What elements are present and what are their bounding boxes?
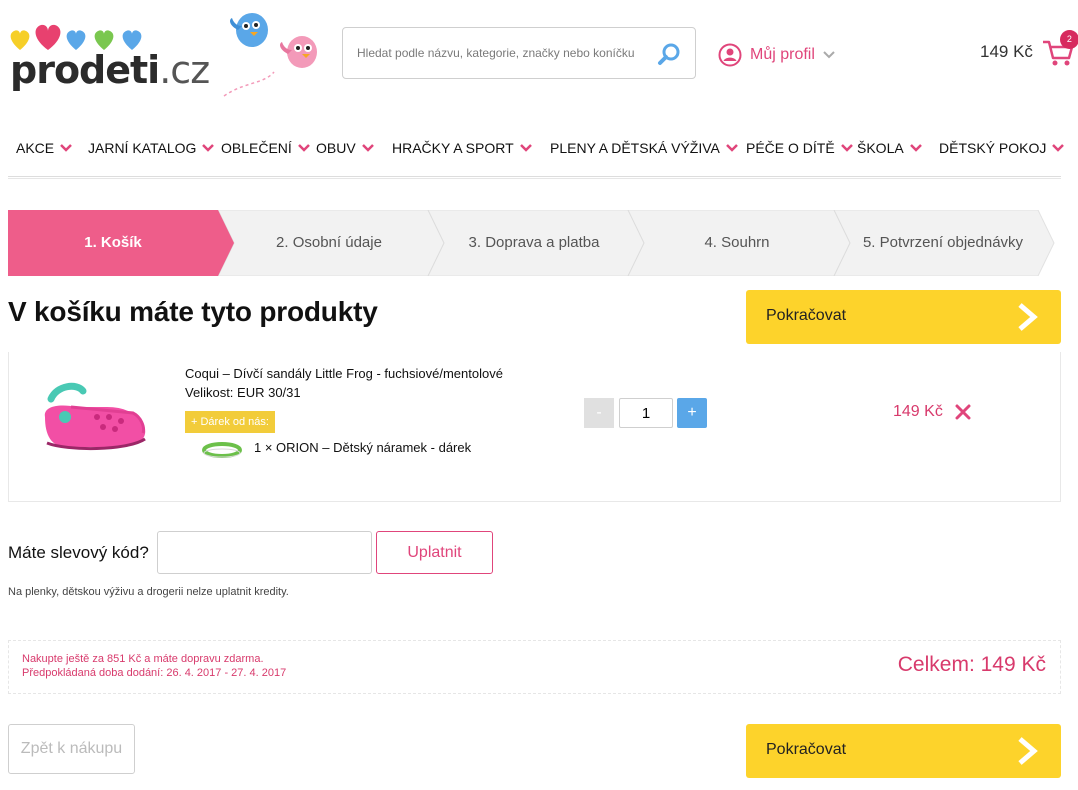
nav-label: OBLEČENÍ — [221, 140, 292, 156]
nav-item-akce[interactable]: AKCE — [16, 140, 73, 156]
free-shipping-note: Nakupte ještě za 851 Kč a máte dopravu z… — [22, 653, 264, 665]
product-name[interactable]: Coqui – Dívčí sandály Little Frog - fuch… — [185, 366, 503, 381]
gift-bracelet-image — [202, 442, 242, 458]
continue-button-bottom[interactable]: Pokračovat — [746, 724, 1061, 778]
nav-label: JARNÍ KATALOG — [88, 140, 197, 156]
nav-label: PLENY A DĚTSKÁ VÝŽIVA — [550, 140, 720, 156]
step-confirmation: 5. Potvrzení objednávky — [862, 234, 1024, 251]
nav-item-detsky-pokoj[interactable]: DĚTSKÝ POKOJ — [939, 140, 1065, 156]
chevron-down-icon — [361, 144, 374, 152]
step-summary: 4. Souhrn — [704, 234, 770, 251]
chevron-down-icon — [840, 144, 853, 152]
chevron-down-icon — [202, 144, 215, 152]
continue-label: Pokračovat — [766, 741, 847, 758]
nav-item-jarni-katalog[interactable]: JARNÍ KATALOG — [88, 140, 215, 156]
chevron-down-icon — [823, 51, 835, 59]
apply-discount-button[interactable]: Uplatnit — [376, 531, 493, 574]
cart-item: Coqui – Dívčí sandály Little Frog - fuch… — [8, 352, 1061, 502]
nav-label: DĚTSKÝ POKOJ — [939, 140, 1047, 156]
gift-name: 1 × ORION – Dětský náramek - dárek — [254, 440, 472, 455]
page-title: V košíku máte tyto produkty — [8, 296, 378, 327]
discount-note: Na plenky, dětskou výživu a drogerii nel… — [8, 586, 289, 598]
quantity-increase-button[interactable]: + — [677, 398, 707, 428]
continue-label: Pokračovat — [766, 307, 847, 324]
product-size: Velikost: EUR 30/31 — [185, 385, 301, 400]
discount-code-input[interactable] — [157, 531, 372, 574]
nav-label: HRAČKY A SPORT — [392, 140, 514, 156]
chevron-down-icon — [297, 144, 310, 152]
search-box — [342, 27, 696, 79]
chevron-down-icon — [726, 144, 738, 152]
nav-label: AKCE — [16, 140, 55, 156]
gift-badge: + Dárek od nás: — [185, 411, 275, 433]
nav-item-pleny[interactable]: PLENY A DĚTSKÁ VÝŽIVA — [550, 140, 738, 156]
cart-total: 149 Kč — [980, 42, 1033, 61]
chevron-down-icon — [519, 144, 532, 152]
nav-divider — [8, 176, 1061, 179]
back-to-shop-button[interactable]: Zpět k nákupu — [8, 724, 135, 774]
main-nav: AKCE JARNÍ KATALOG OBLEČENÍ OBUV HRAČKY … — [0, 136, 1078, 164]
chevron-down-icon — [909, 144, 922, 152]
product-image[interactable] — [37, 377, 157, 457]
quantity-decrease-button[interactable]: - — [584, 398, 614, 428]
nav-item-hracky-a-sport[interactable]: HRAČKY A SPORT — [392, 140, 532, 156]
remove-item-icon[interactable] — [955, 404, 971, 420]
nav-label: ŠKOLA — [857, 140, 904, 156]
site-logo[interactable]: prodeti.cz — [8, 22, 210, 92]
search-icon[interactable] — [657, 41, 683, 67]
birds-illustration-icon — [223, 13, 317, 97]
nav-item-obuv[interactable]: OBUV — [316, 140, 374, 156]
step-personal-info: 2. Osobní údaje — [276, 234, 382, 251]
logo-wordmark: prodeti.cz — [10, 48, 210, 92]
product-price: 149 Kč — [893, 403, 943, 420]
step-cart: 1. Košík — [84, 234, 142, 251]
nav-label: PÉČE O DÍTĚ — [746, 140, 835, 156]
checkout-steps: 1. Košík 2. Osobní údaje 3. Doprava a pl… — [8, 210, 1061, 276]
nav-label: OBUV — [316, 140, 356, 156]
nav-item-skola[interactable]: ŠKOLA — [857, 140, 922, 156]
profile-menu[interactable]: Můj profil — [718, 42, 835, 68]
continue-button-top[interactable]: Pokračovat — [746, 290, 1061, 344]
quantity-input[interactable] — [619, 398, 673, 428]
chevron-down-icon — [60, 144, 73, 152]
user-icon — [718, 43, 742, 67]
chevron-right-icon — [1018, 737, 1038, 765]
chevron-down-icon — [1052, 144, 1065, 152]
nav-item-obleceni[interactable]: OBLEČENÍ — [221, 140, 310, 156]
nav-item-pece-o-dite[interactable]: PÉČE O DÍTĚ — [746, 140, 853, 156]
search-input[interactable] — [357, 42, 647, 64]
order-summary: Nakupte ještě za 851 Kč a máte dopravu z… — [8, 640, 1061, 694]
cart-widget[interactable]: 149 Kč 2 — [980, 30, 1078, 68]
order-total: Celkem: 149 Kč — [897, 653, 1046, 676]
delivery-estimate: Předpokládaná doba dodání: 26. 4. 2017 -… — [22, 667, 287, 679]
profile-label: Můj profil — [750, 46, 815, 63]
cart-count-badge: 2 — [1059, 30, 1078, 49]
discount-label: Máte slevový kód? — [8, 543, 149, 562]
cart-icon: 2 — [1041, 30, 1078, 68]
chevron-right-icon — [1018, 303, 1038, 331]
step-shipping-payment: 3. Doprava a platba — [468, 234, 600, 251]
